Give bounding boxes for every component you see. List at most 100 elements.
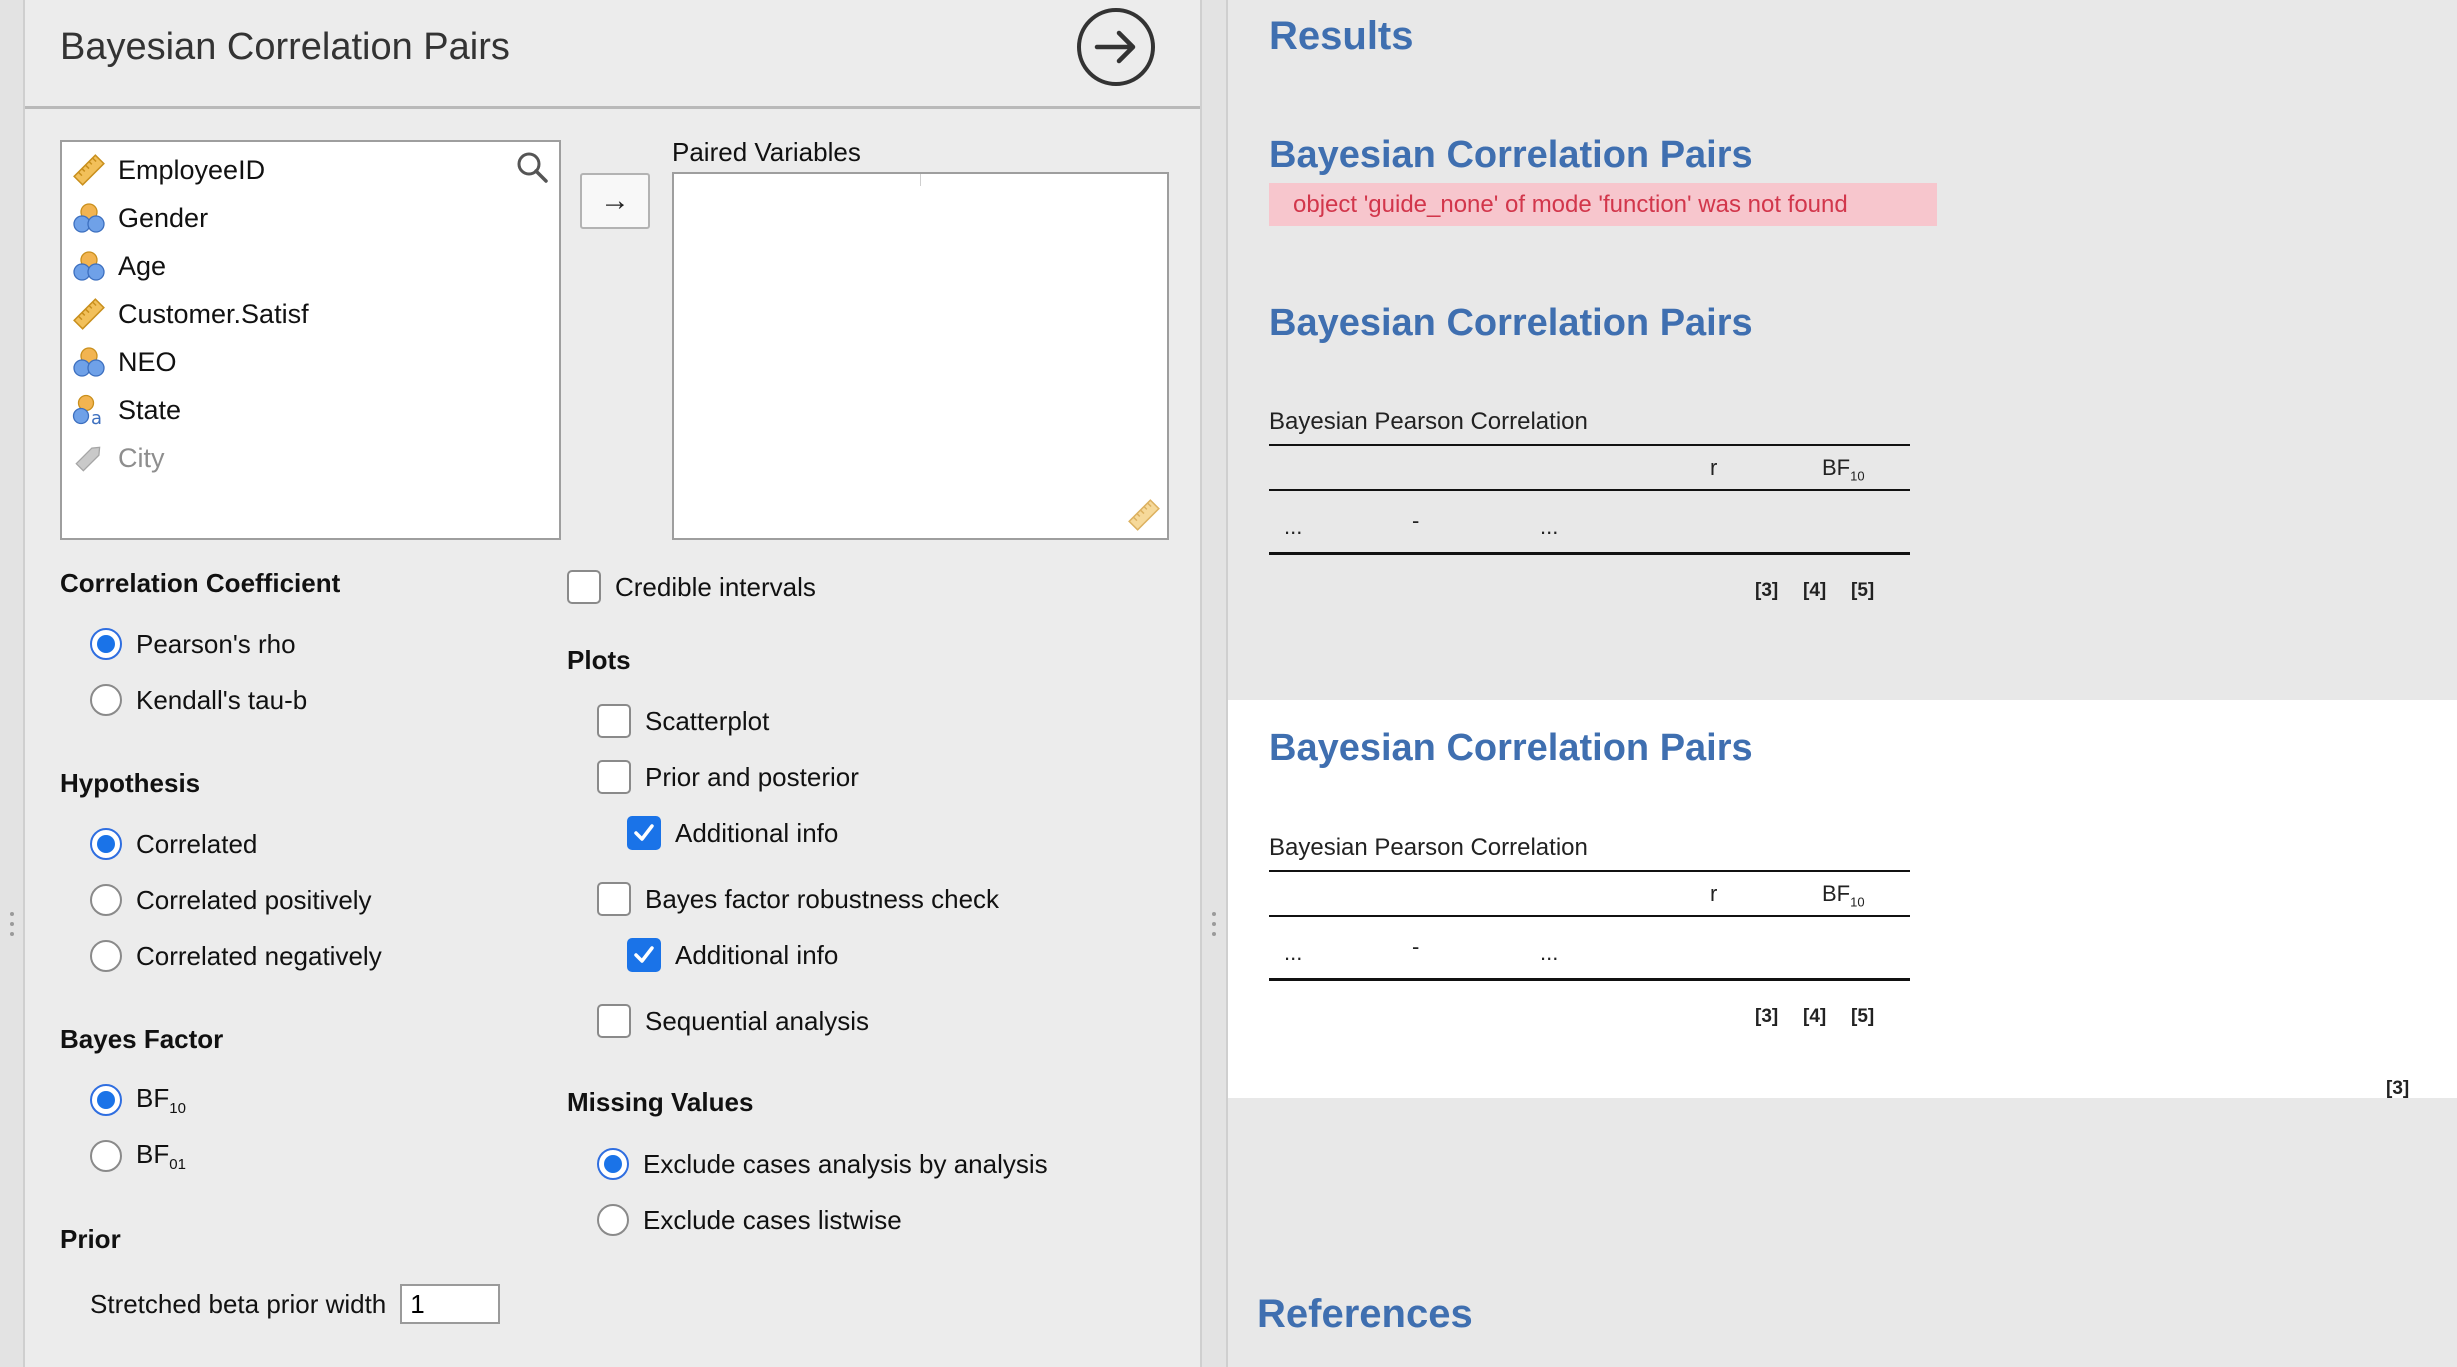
search-icon[interactable]	[515, 150, 549, 184]
exclude-analysis-option[interactable]: Exclude cases analysis by analysis	[597, 1144, 1048, 1184]
result-title-1[interactable]: Bayesian Correlation Pairs	[1269, 134, 1753, 177]
bf01-label: BF01	[136, 1138, 186, 1174]
arrow-right-icon: →	[600, 184, 630, 217]
column-header-r: r	[1710, 455, 1718, 480]
table-title-3: Bayesian Pearson Correlation	[1269, 834, 1588, 861]
available-variables-list[interactable]: EmployeeID Gender Age Customer.Satisf NE…	[60, 140, 561, 540]
variable-name: NEO	[118, 346, 177, 377]
robustness-check-option[interactable]: Bayes factor robustness check	[597, 879, 999, 919]
sequential-analysis-option[interactable]: Sequential analysis	[597, 1001, 869, 1041]
correlated-negatively-option[interactable]: Correlated negatively	[90, 936, 382, 976]
exclude-listwise-option[interactable]: Exclude cases listwise	[597, 1200, 902, 1240]
variable-item[interactable]: City	[72, 436, 165, 480]
column-header-r: r	[1710, 881, 1718, 906]
bf10-label: BF10	[136, 1082, 186, 1118]
references-heading[interactable]: References	[1257, 1292, 1473, 1337]
text-icon	[75, 446, 101, 472]
panel-splitter[interactable]	[1200, 0, 1228, 1367]
correlated-option[interactable]: Correlated	[90, 824, 257, 864]
pearson-rho-label: Pearson's rho	[136, 628, 296, 659]
prior-width-input[interactable]	[400, 1284, 501, 1324]
bf01-option[interactable]: BF01	[90, 1136, 186, 1176]
variable-item[interactable]: Age	[72, 244, 166, 288]
variable-name: Customer.Satisf	[118, 298, 309, 329]
prior-posterior-option[interactable]: Prior and posterior	[597, 757, 859, 797]
footnote-marker: [5]	[1851, 1006, 1875, 1027]
variable-item[interactable]: EmployeeID	[72, 148, 265, 192]
additional-info-1-option[interactable]: Additional info	[627, 813, 838, 853]
run-analysis-button[interactable]	[1077, 8, 1155, 86]
prior-width-row: Stretched beta prior width	[90, 1284, 501, 1324]
table-cell: -	[1412, 508, 1420, 533]
additional-info-2-label: Additional info	[675, 939, 839, 970]
pearson-rho-radio[interactable]	[90, 628, 122, 660]
additional-info-2-checkbox[interactable]	[627, 938, 661, 972]
bf01-radio[interactable]	[90, 1140, 122, 1172]
additional-info-1-checkbox[interactable]	[627, 816, 661, 850]
nominal-icon	[73, 251, 105, 281]
additional-info-2-option[interactable]: Additional info	[627, 935, 838, 975]
plots-label: Plots	[567, 645, 631, 675]
left-edge-handle[interactable]	[0, 0, 25, 1367]
nominal-text-icon: a	[72, 394, 102, 427]
exclude-listwise-radio[interactable]	[597, 1204, 629, 1236]
scale-icon	[73, 154, 105, 186]
scatterplot-label: Scatterplot	[645, 705, 770, 736]
header-divider	[25, 106, 1200, 109]
table-cell: ...	[1540, 940, 1559, 965]
bf10-option[interactable]: BF10	[90, 1080, 186, 1120]
pearson-rho-option[interactable]: Pearson's rho	[90, 624, 296, 664]
footnote-marker: [3]	[2386, 1078, 2410, 1099]
move-variable-button[interactable]: →	[580, 173, 650, 229]
variable-item[interactable]: a State	[72, 388, 181, 432]
correlated-radio[interactable]	[90, 828, 122, 860]
prior-posterior-checkbox[interactable]	[597, 760, 631, 794]
scatterplot-checkbox[interactable]	[597, 704, 631, 738]
footnote-marker: [4]	[1803, 1006, 1827, 1027]
sequential-analysis-label: Sequential analysis	[645, 1005, 870, 1036]
footnote-marker: [3]	[1755, 580, 1779, 601]
selected-result-block[interactable]: Bayesian Correlation Pairs Bayesian Pear…	[1228, 700, 2457, 1099]
variable-name: Gender	[118, 202, 209, 233]
paired-variables-list[interactable]	[672, 172, 1169, 540]
kendall-tau-option[interactable]: Kendall's tau-b	[90, 680, 307, 720]
results-panel: Results Bayesian Correlation Pairs objec…	[1228, 0, 2457, 1367]
variable-name: State	[118, 394, 182, 425]
bf10-radio[interactable]	[90, 1084, 122, 1116]
exclude-analysis-radio[interactable]	[597, 1148, 629, 1180]
exclude-listwise-label: Exclude cases listwise	[643, 1204, 902, 1235]
results-heading: Results	[1269, 14, 1414, 58]
scatterplot-option[interactable]: Scatterplot	[597, 701, 769, 741]
variable-name: City	[118, 442, 165, 473]
paired-variables-label: Paired Variables	[672, 137, 861, 167]
correlated-positively-radio[interactable]	[90, 884, 122, 916]
credible-intervals-option[interactable]: Credible intervals	[567, 567, 816, 607]
prior-width-label: Stretched beta prior width	[90, 1288, 387, 1319]
result-title-2[interactable]: Bayesian Correlation Pairs	[1269, 302, 1753, 345]
svg-text:a: a	[91, 408, 102, 427]
kendall-tau-radio[interactable]	[90, 684, 122, 716]
robustness-check-checkbox[interactable]	[597, 882, 631, 916]
result-title-3[interactable]: Bayesian Correlation Pairs	[1269, 727, 1753, 770]
variable-item[interactable]: NEO	[72, 340, 177, 384]
variable-item[interactable]: Gender	[72, 196, 208, 240]
credible-intervals-checkbox[interactable]	[567, 570, 601, 604]
correlated-positively-option[interactable]: Correlated positively	[90, 880, 372, 920]
sequential-analysis-checkbox[interactable]	[597, 1004, 631, 1038]
table-cell: -	[1412, 934, 1420, 959]
correlated-negatively-radio[interactable]	[90, 940, 122, 972]
footnote-marker: [5]	[1851, 580, 1875, 601]
column-marker	[920, 174, 921, 186]
hypothesis-label: Hypothesis	[60, 768, 201, 798]
variable-name: EmployeeID	[118, 154, 266, 185]
table-cell: ...	[1284, 514, 1303, 539]
correlated-negatively-label: Correlated negatively	[136, 940, 382, 971]
variable-item[interactable]: Customer.Satisf	[72, 292, 309, 336]
column-header-bf10: BF10	[1822, 455, 1865, 484]
analysis-title: Bayesian Correlation Pairs	[60, 26, 510, 68]
prior-posterior-label: Prior and posterior	[645, 761, 859, 792]
error-message: object 'guide_none' of mode 'function' w…	[1269, 183, 1937, 226]
table-top-rule	[1269, 444, 1910, 446]
table-bottom-rule	[1269, 552, 1910, 555]
nominal-icon	[73, 347, 105, 377]
